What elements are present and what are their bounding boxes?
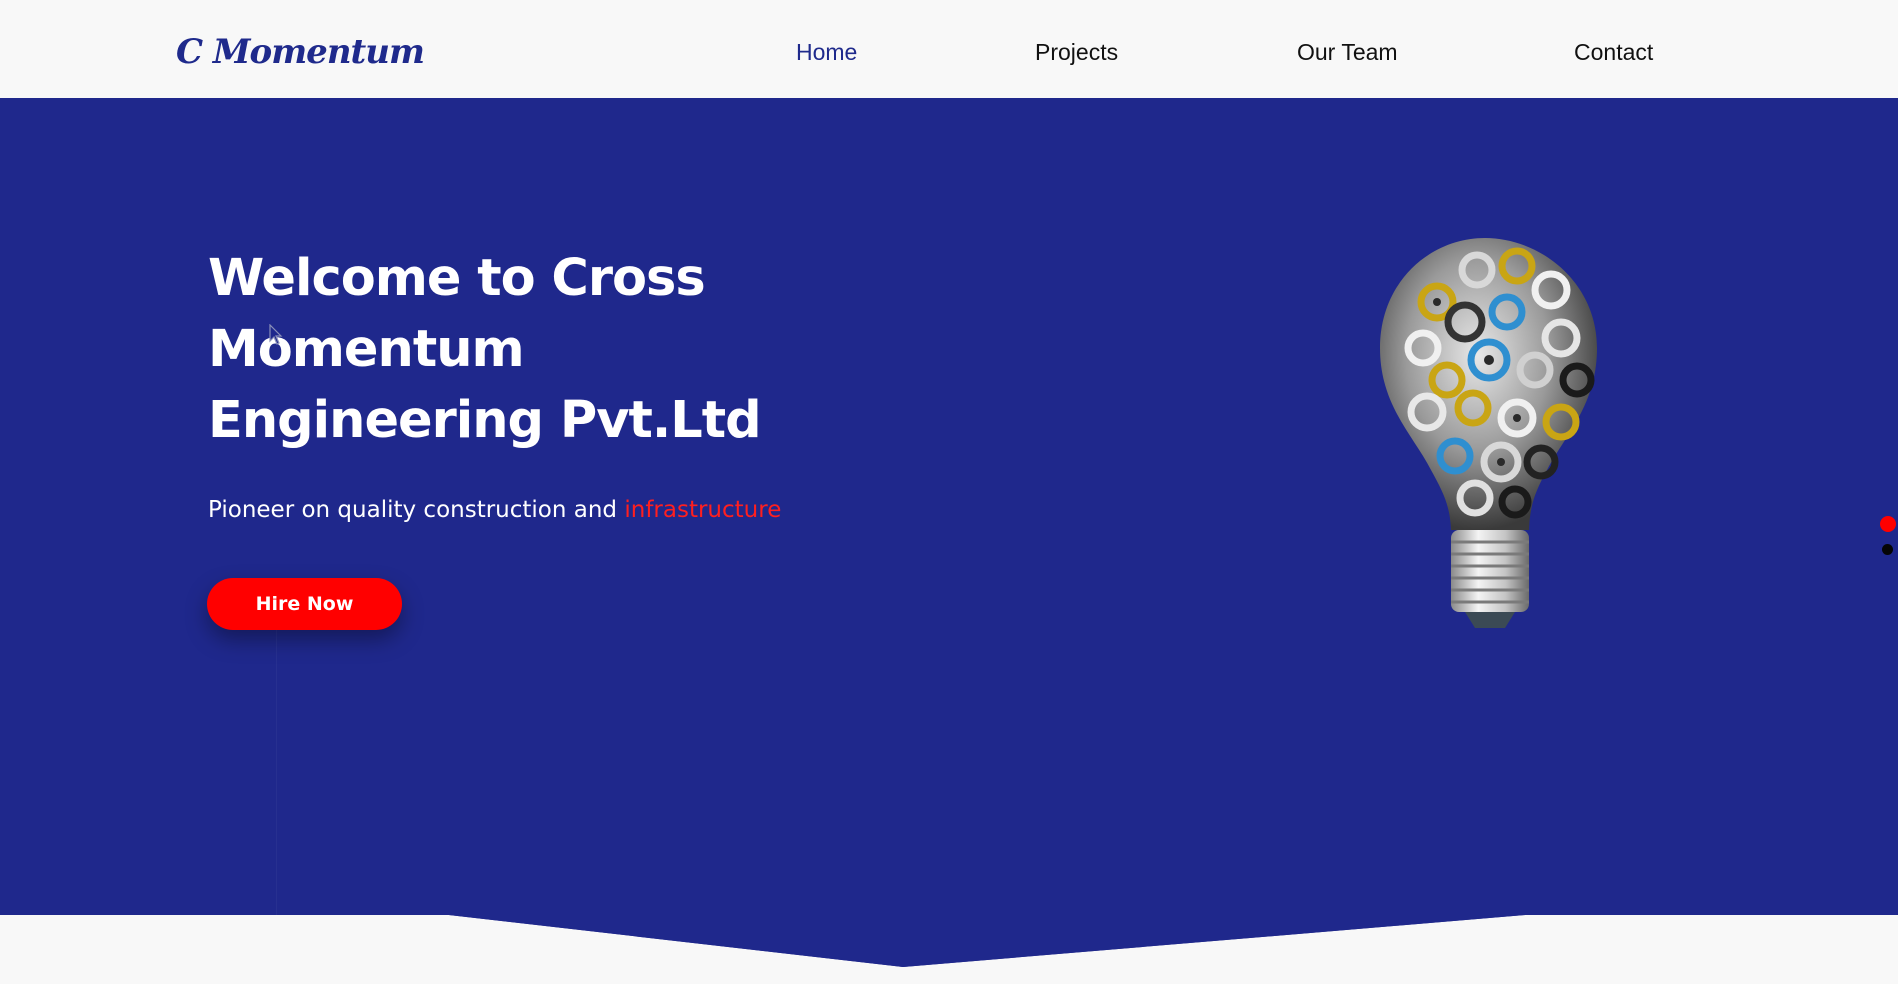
hero-headline: Welcome to Cross Momentum Engineering Pv…: [208, 249, 762, 450]
tagline-accent-word: infrastructure: [624, 497, 782, 523]
nav-item-home[interactable]: Home: [796, 36, 857, 68]
hire-now-button[interactable]: Hire Now: [207, 578, 402, 630]
slider-dot-2[interactable]: [1882, 544, 1893, 555]
top-navbar: C Momentum Home Projects Our Team Contac…: [0, 0, 1898, 98]
slider-dot-1[interactable]: [1880, 516, 1896, 532]
nav-item-our-team[interactable]: Our Team: [1297, 36, 1398, 68]
mouse-cursor-icon: [269, 324, 283, 345]
divider-line: [276, 620, 277, 984]
gear-lightbulb-icon: [1380, 238, 1597, 628]
hero-bottom-notch: [0, 914, 1898, 967]
nav-item-contact[interactable]: Contact: [1574, 36, 1653, 68]
brand-logo[interactable]: C Momentum: [176, 28, 425, 76]
hero-tagline: Pioneer on quality construction and infr…: [208, 493, 781, 527]
tagline-text: Pioneer on quality construction and: [208, 497, 618, 523]
nav-item-projects[interactable]: Projects: [1035, 36, 1118, 68]
